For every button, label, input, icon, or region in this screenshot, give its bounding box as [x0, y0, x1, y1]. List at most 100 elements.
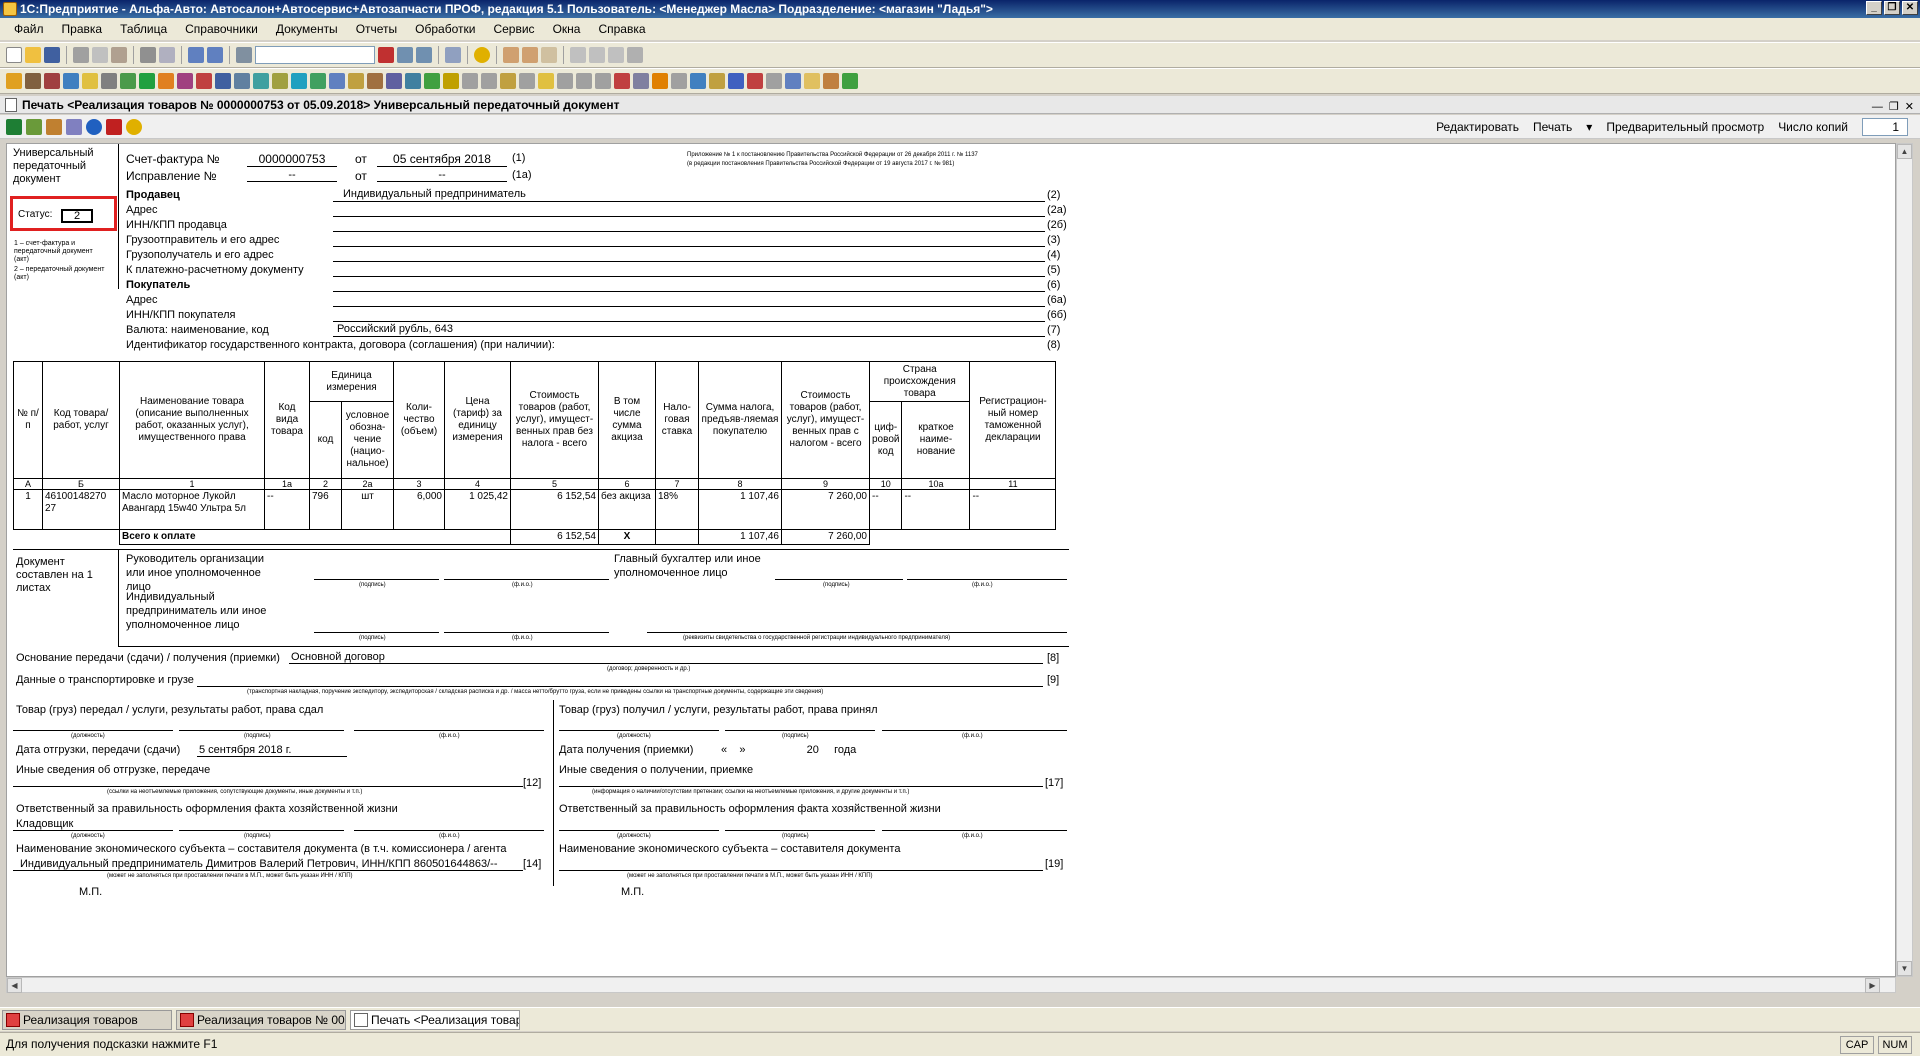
money-icon[interactable] — [139, 73, 155, 89]
mail-icon[interactable] — [804, 73, 820, 89]
print-dropdown-icon[interactable]: ▾ — [1586, 120, 1592, 134]
restore-button[interactable]: ❐ — [1884, 1, 1900, 15]
books-icon[interactable] — [405, 73, 421, 89]
windows-icon[interactable] — [445, 47, 461, 63]
scroll-up-icon[interactable]: ▲ — [1897, 144, 1912, 159]
doc-restore-button[interactable]: ❐ — [1889, 98, 1899, 116]
doc-minimize-button[interactable]: — — [1872, 98, 1883, 116]
shop-icon[interactable] — [44, 73, 60, 89]
minimize-button[interactable]: _ — [1866, 1, 1882, 15]
print-icon[interactable] — [140, 47, 156, 63]
status-value[interactable]: 2 — [61, 209, 93, 223]
scroll-down-icon[interactable]: ▼ — [1897, 961, 1912, 976]
report-list-icon[interactable] — [633, 73, 649, 89]
copies-input[interactable]: 1 — [1862, 118, 1908, 136]
invoice2-icon[interactable] — [481, 73, 497, 89]
edit-button[interactable]: Редактировать — [1436, 120, 1519, 134]
menu-reports[interactable]: Отчеты — [352, 20, 401, 38]
calendar-icon[interactable] — [503, 47, 519, 63]
nakl3-icon[interactable] — [614, 73, 630, 89]
open-folder-icon[interactable] — [25, 47, 41, 63]
journal-icon[interactable] — [367, 73, 383, 89]
arrows-icon[interactable] — [652, 73, 668, 89]
menu-documents[interactable]: Документы — [272, 20, 342, 38]
menu-windows[interactable]: Окна — [549, 20, 585, 38]
preview-button[interactable]: Предварительный просмотр — [1606, 120, 1764, 134]
undo-icon[interactable] — [188, 47, 204, 63]
cut-icon[interactable] — [73, 47, 89, 63]
pdf-icon[interactable] — [106, 118, 122, 135]
redo-icon[interactable] — [207, 47, 223, 63]
nakl2-icon[interactable] — [595, 73, 611, 89]
web-icon[interactable] — [86, 118, 102, 135]
cards-icon[interactable] — [386, 73, 402, 89]
grid-icon[interactable] — [671, 73, 687, 89]
stats-icon[interactable] — [424, 73, 440, 89]
box-icon[interactable] — [709, 73, 725, 89]
screen-icon[interactable] — [291, 73, 307, 89]
calculator-icon[interactable] — [522, 47, 538, 63]
task-item[interactable]: Реализация товаров № 000... — [176, 1010, 346, 1030]
menu-edit[interactable]: Правка — [58, 20, 107, 38]
doc-folder-icon[interactable] — [500, 73, 516, 89]
table-icon[interactable] — [541, 47, 557, 63]
save-icon[interactable] — [44, 47, 60, 63]
settings-icon[interactable] — [253, 73, 269, 89]
keys-icon[interactable] — [82, 73, 98, 89]
menu-file[interactable]: Файл — [10, 20, 48, 38]
edit-doc-icon[interactable] — [348, 73, 364, 89]
parts-icon[interactable] — [177, 73, 193, 89]
menu-help[interactable]: Справка — [594, 20, 649, 38]
help-icon[interactable] — [126, 118, 142, 135]
clients-icon[interactable] — [63, 73, 79, 89]
warehouse-icon[interactable] — [25, 73, 41, 89]
bill-icon[interactable] — [538, 73, 554, 89]
menu-catalogs[interactable]: Справочники — [181, 20, 262, 38]
scroll-left-icon[interactable]: ◀ — [7, 978, 22, 993]
orders-icon[interactable] — [158, 73, 174, 89]
close-button[interactable]: ✕ — [1902, 1, 1918, 15]
chart-icon[interactable] — [690, 73, 706, 89]
new-doc-icon[interactable] — [6, 47, 22, 63]
tools-icon[interactable] — [627, 47, 643, 63]
horizontal-scrollbar[interactable]: ◀ ▶ — [6, 977, 1896, 993]
send-icon[interactable] — [66, 118, 82, 135]
scroll-right-icon[interactable]: ▶ — [1865, 978, 1880, 993]
memory-plus-icon[interactable] — [589, 47, 605, 63]
nakl-icon[interactable] — [576, 73, 592, 89]
photo-icon[interactable] — [823, 73, 839, 89]
document-icon[interactable] — [272, 73, 288, 89]
export-icon[interactable] — [46, 118, 62, 135]
paste-icon[interactable] — [111, 47, 127, 63]
payment-icon[interactable] — [519, 73, 535, 89]
menu-service[interactable]: Сервис — [489, 20, 538, 38]
task-item[interactable]: Реализация товаров — [2, 1010, 172, 1030]
staff-icon[interactable] — [215, 73, 231, 89]
list-icon[interactable] — [234, 73, 250, 89]
app-button-icon[interactable] — [6, 73, 22, 89]
move-icon[interactable] — [310, 73, 326, 89]
settings2-icon[interactable] — [766, 73, 782, 89]
print-preview-icon[interactable] — [159, 47, 175, 63]
excel-icon[interactable] — [6, 118, 22, 135]
invoice-icon[interactable] — [462, 73, 478, 89]
print-button[interactable]: Печать — [1533, 120, 1572, 134]
menu-table[interactable]: Таблица — [116, 20, 171, 38]
find-prev-icon[interactable] — [416, 47, 432, 63]
memory-m-icon[interactable] — [570, 47, 586, 63]
find-next-icon[interactable] — [397, 47, 413, 63]
reports-icon[interactable] — [120, 73, 136, 89]
user-add-icon[interactable] — [842, 73, 858, 89]
directory-icon[interactable] — [785, 73, 801, 89]
doc-close-button[interactable]: ✕ — [1905, 98, 1914, 116]
vertical-scrollbar[interactable]: ▲ ▼ — [1896, 143, 1913, 977]
clear-search-icon[interactable] — [378, 47, 394, 63]
search-icon[interactable] — [236, 47, 252, 63]
pdf-icon[interactable] — [747, 73, 763, 89]
save-table-icon[interactable] — [26, 118, 42, 135]
tools-icon[interactable] — [101, 73, 117, 89]
coins-icon[interactable] — [443, 73, 459, 89]
copy-icon[interactable] — [92, 47, 108, 63]
info-icon[interactable] — [474, 47, 490, 63]
menu-processing[interactable]: Обработки — [411, 20, 479, 38]
